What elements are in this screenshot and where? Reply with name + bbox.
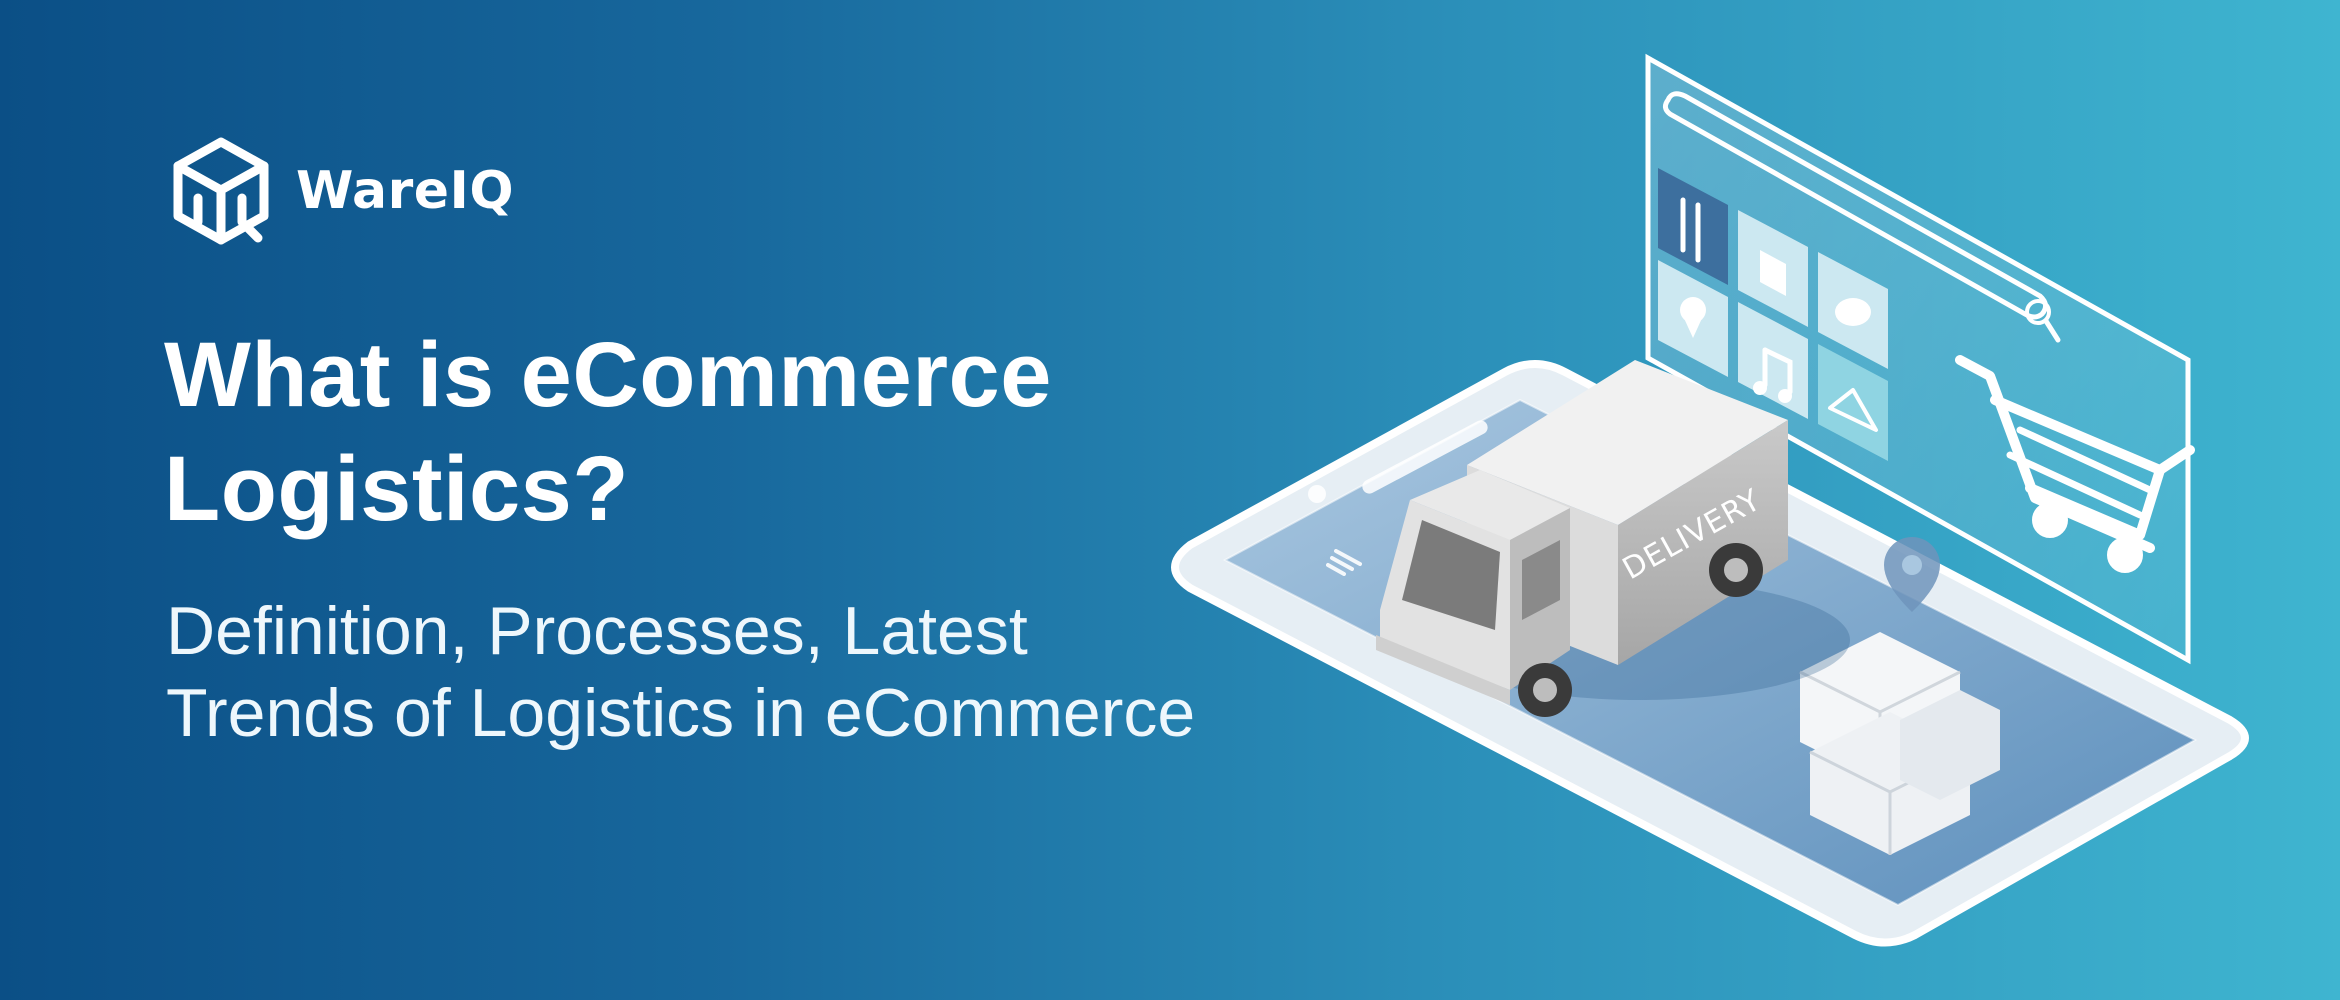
hero-banner: WareIQ What is eCommerce Logistics? Defi… [0,0,2340,1000]
page-subtitle: Definition, Processes, Latest Trends of … [166,590,1286,754]
page-subtitle-line-1: Definition, Processes, Latest [166,593,1028,669]
page-title-line-1: What is eCommerce [164,324,1052,426]
wareiq-cube-logo-icon [173,137,269,245]
ecommerce-logistics-illustration: DELIVERY [1171,53,2249,947]
brand-name: WareIQ [296,161,515,221]
page-subtitle-line-2: Trends of Logistics in eCommerce [166,675,1196,751]
page-title: What is eCommerce Logistics? [164,318,1164,546]
burger-icon [1835,298,1871,326]
brand[interactable]: WareIQ [170,136,514,246]
page-title-line-2: Logistics? [164,438,630,540]
